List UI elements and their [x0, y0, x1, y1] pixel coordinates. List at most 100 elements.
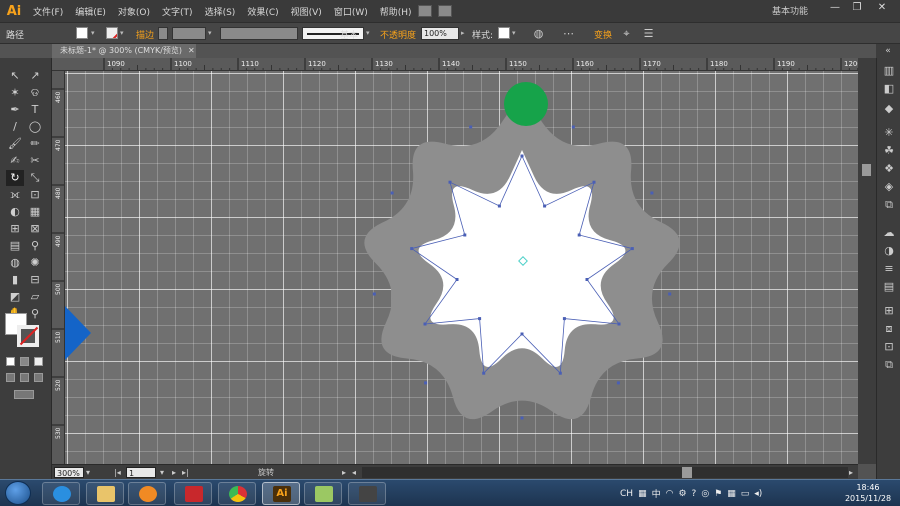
artboard-tool-icon[interactable]: ⊟ [26, 272, 44, 288]
color-guide-icon[interactable]: ◧ [882, 82, 896, 95]
first-artboard-icon[interactable]: |◂ [114, 467, 121, 478]
shape-builder-tool-icon[interactable]: ◐ [6, 204, 24, 220]
menu-object[interactable]: 对象(O) [118, 5, 150, 18]
anchor-point[interactable] [520, 332, 524, 336]
anchor-point[interactable] [520, 154, 524, 158]
appearance-icon[interactable]: ☁ [882, 226, 896, 239]
gradient-mode-icon[interactable] [20, 357, 29, 366]
color-mode-icon[interactable] [6, 357, 15, 366]
ime-indicator[interactable]: CH [620, 489, 633, 499]
punctuation-icon[interactable]: ◠ [666, 489, 674, 499]
layers-icon[interactable]: ◈ [882, 180, 896, 193]
outer-anchor-point[interactable] [668, 292, 672, 296]
arrange-documents-icon[interactable] [437, 5, 452, 17]
menu-help[interactable]: 帮助(H) [380, 5, 412, 18]
draw-normal-icon[interactable] [6, 373, 15, 382]
magic-wand-tool-icon[interactable]: ✶ [6, 85, 24, 101]
pen-tool-icon[interactable]: ✒ [6, 102, 24, 118]
outer-anchor-point[interactable] [390, 191, 394, 195]
restore-icon[interactable]: ❐ [850, 2, 864, 14]
clock[interactable]: 18:46 2015/11/28 [838, 482, 898, 504]
opacity-label[interactable]: 不透明度 [380, 28, 416, 41]
isolate-object-icon[interactable]: ⌖ [620, 27, 633, 40]
scale-tool-icon[interactable]: ⤡ [26, 170, 44, 186]
vertical-ruler[interactable]: 460470480490500510520530540 [52, 71, 65, 464]
taskbar-app-green[interactable] [304, 482, 342, 505]
zoom-dropdown-icon[interactable]: ▾ [86, 467, 90, 478]
swatches-icon[interactable]: ◆ [882, 102, 896, 115]
blend-tool-icon[interactable]: ◍ [6, 255, 24, 271]
transform-label[interactable]: 变换 [594, 28, 612, 41]
artboard-canvas[interactable] [65, 71, 858, 464]
workspace-switcher[interactable]: 基本功能 [772, 4, 808, 17]
graphic-style-dropdown-icon[interactable]: ▾ [512, 27, 518, 39]
outer-anchor-point[interactable] [424, 381, 428, 385]
eraser-tool-icon[interactable]: ▱ [26, 289, 44, 305]
minimize-icon[interactable]: — [828, 2, 842, 14]
blob-brush-tool-icon[interactable]: ✍ [6, 153, 24, 169]
anchor-point[interactable] [497, 204, 501, 208]
stroke-color-box[interactable] [17, 325, 39, 347]
anchor-point[interactable] [562, 317, 566, 321]
last-artboard-icon[interactable]: ▸| [182, 467, 189, 478]
anchor-point[interactable] [577, 233, 581, 237]
stroke-weight-field[interactable] [172, 27, 206, 40]
stroke-dropdown-icon[interactable]: ▾ [120, 27, 126, 39]
menu-select[interactable]: 选择(S) [205, 5, 236, 18]
transform-icon[interactable]: ⊡ [882, 340, 896, 353]
graphic-style-swatch[interactable] [498, 27, 510, 39]
close-icon[interactable]: ✕ [875, 2, 889, 14]
outer-anchor-point[interactable] [650, 191, 654, 195]
bridge-icon[interactable] [417, 5, 432, 17]
width-tool-icon[interactable]: ⟗ [6, 187, 24, 203]
taskbar-recorder[interactable] [348, 482, 386, 505]
rotate-tool-icon[interactable]: ↻ [6, 170, 24, 186]
taskbar-media-player[interactable] [128, 482, 166, 505]
brushes-icon[interactable]: ✳ [882, 126, 896, 139]
anchor-point[interactable] [558, 371, 562, 375]
fill-dropdown-icon[interactable]: ▾ [91, 27, 97, 39]
draw-inside-icon[interactable] [34, 373, 43, 382]
links-icon[interactable]: ⧉ [882, 358, 896, 371]
none-mode-icon[interactable] [34, 357, 43, 366]
document-tab[interactable]: 未标题-1* @ 300% (CMYK/预览) [52, 44, 196, 58]
selection-tool-icon[interactable]: ↖ [6, 68, 24, 84]
taskbar-chrome[interactable] [218, 482, 256, 505]
align-options-icon[interactable]: ⋯ [562, 27, 575, 40]
ime-mode-icon[interactable]: 中 [652, 487, 661, 500]
menu-window[interactable]: 窗口(W) [334, 5, 368, 18]
taskbar-app-red[interactable] [174, 482, 212, 505]
screen-mode-icon[interactable] [14, 390, 34, 399]
anchor-point[interactable] [463, 233, 467, 237]
type-tool-icon[interactable]: T [26, 102, 44, 118]
horizontal-scroll-thumb[interactable] [682, 467, 692, 478]
outer-anchor-point[interactable] [520, 416, 524, 420]
ellipse-tool-icon[interactable]: ◯ [26, 119, 44, 135]
menu-edit[interactable]: 编辑(E) [75, 5, 106, 18]
windows-icon[interactable]: ▦ [727, 489, 736, 499]
keyboard-icon[interactable]: ▦ [638, 489, 647, 499]
menu-effect[interactable]: 效果(C) [247, 5, 278, 18]
fill-swatch[interactable] [76, 27, 88, 39]
vertical-scrollbar[interactable] [858, 58, 876, 464]
anchor-point[interactable] [423, 322, 427, 326]
color-icon[interactable]: ▥ [882, 64, 896, 77]
symbols-icon[interactable]: ☘ [882, 144, 896, 157]
flag-icon[interactable]: ⚑ [714, 489, 722, 499]
live-paint-tool-icon[interactable]: ▦ [26, 204, 44, 220]
panel-options-icon[interactable]: ☰ [642, 27, 655, 40]
recolor-artwork-icon[interactable]: ◍ [532, 27, 545, 40]
scroll-right-icon[interactable]: ▸ [849, 467, 853, 478]
draw-behind-icon[interactable] [20, 373, 29, 382]
transparency-icon[interactable]: ◑ [882, 244, 896, 257]
mesh-tool-icon[interactable]: ⊠ [26, 221, 44, 237]
lasso-tool-icon[interactable]: ଡ [26, 85, 44, 101]
anchor-point[interactable] [478, 317, 482, 321]
anchor-point[interactable] [592, 180, 596, 184]
anchor-point[interactable] [482, 371, 486, 375]
stroke-icon[interactable]: ≡ [882, 262, 896, 275]
column-graph-tool-icon[interactable]: ▮ [6, 272, 24, 288]
opacity-dropdown-icon[interactable]: ▸ [461, 27, 467, 39]
anchor-point[interactable] [630, 247, 634, 251]
ime-settings-icon[interactable]: ⚙ [678, 489, 686, 499]
